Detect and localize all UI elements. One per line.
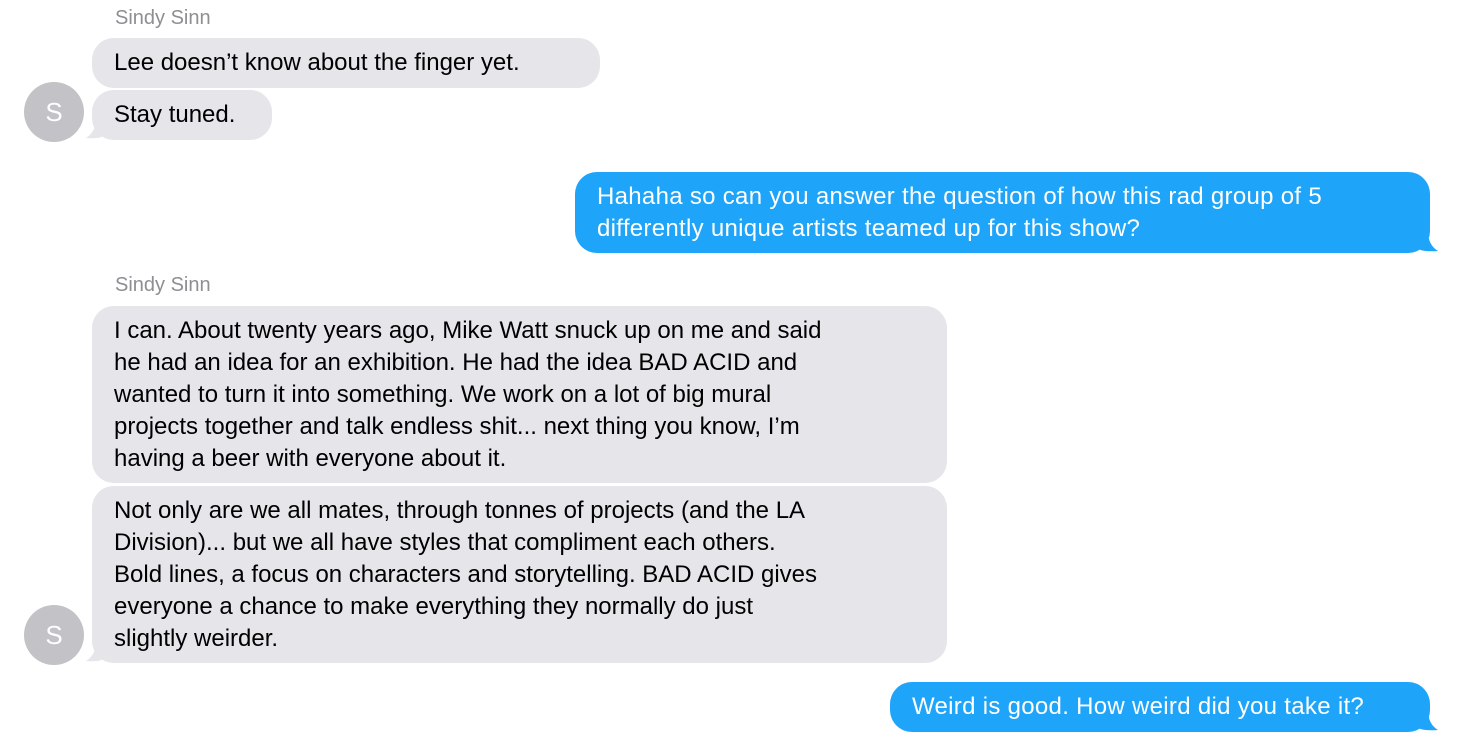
message-text-line: having a beer with everyone about it.: [114, 445, 507, 472]
message-text-line: projects together and talk endless shit.…: [114, 413, 800, 440]
message-text-line: Hahaha so can you answer the question of…: [597, 183, 1322, 210]
avatar[interactable]: S: [24, 605, 84, 665]
avatar[interactable]: S: [24, 82, 84, 142]
sender-name: Sindy Sinn: [115, 274, 211, 296]
message-bubble-outgoing[interactable]: Hahaha so can you answer the question of…: [575, 172, 1430, 253]
message-text-line: differently unique artists teamed up for…: [597, 215, 1141, 242]
message-text: Lee doesn’t know about the finger yet.: [114, 49, 520, 76]
bubble-tail-incoming: [86, 641, 104, 662]
bubble-tail-outgoing: [1418, 710, 1438, 731]
message-bubble-incoming[interactable]: Stay tuned.: [92, 90, 272, 140]
message-bubble-incoming[interactable]: Not only are we all mates, through tonne…: [92, 486, 947, 663]
bubble-tail-outgoing: [1418, 231, 1438, 252]
message-text-line: everyone a chance to make everything the…: [114, 593, 754, 620]
message-bubble-incoming[interactable]: I can. About twenty years ago, Mike Watt…: [92, 306, 947, 483]
message-text-line: Not only are we all mates, through tonne…: [114, 497, 806, 524]
message-bubble-incoming[interactable]: Lee doesn’t know about the finger yet.: [92, 38, 600, 88]
message-text-line: he had an idea for an exhibition. He had…: [114, 349, 798, 376]
bubble-tail-incoming: [86, 118, 104, 139]
message-text-line: slightly weirder.: [114, 625, 279, 652]
sender-name: Sindy Sinn: [115, 7, 211, 29]
message-bubble-outgoing[interactable]: Weird is good. How weird did you take it…: [890, 682, 1430, 732]
message-text-line: I can. About twenty years ago, Mike Watt…: [114, 317, 822, 344]
message-text: Weird is good. How weird did you take it…: [912, 693, 1365, 720]
message-text-line: Division)... but we all have styles that…: [114, 529, 776, 556]
message-text-line: Bold lines, a focus on characters and st…: [114, 561, 818, 588]
message-text: Stay tuned.: [114, 101, 236, 128]
message-text-line: wanted to turn it into something. We wor…: [114, 381, 772, 408]
